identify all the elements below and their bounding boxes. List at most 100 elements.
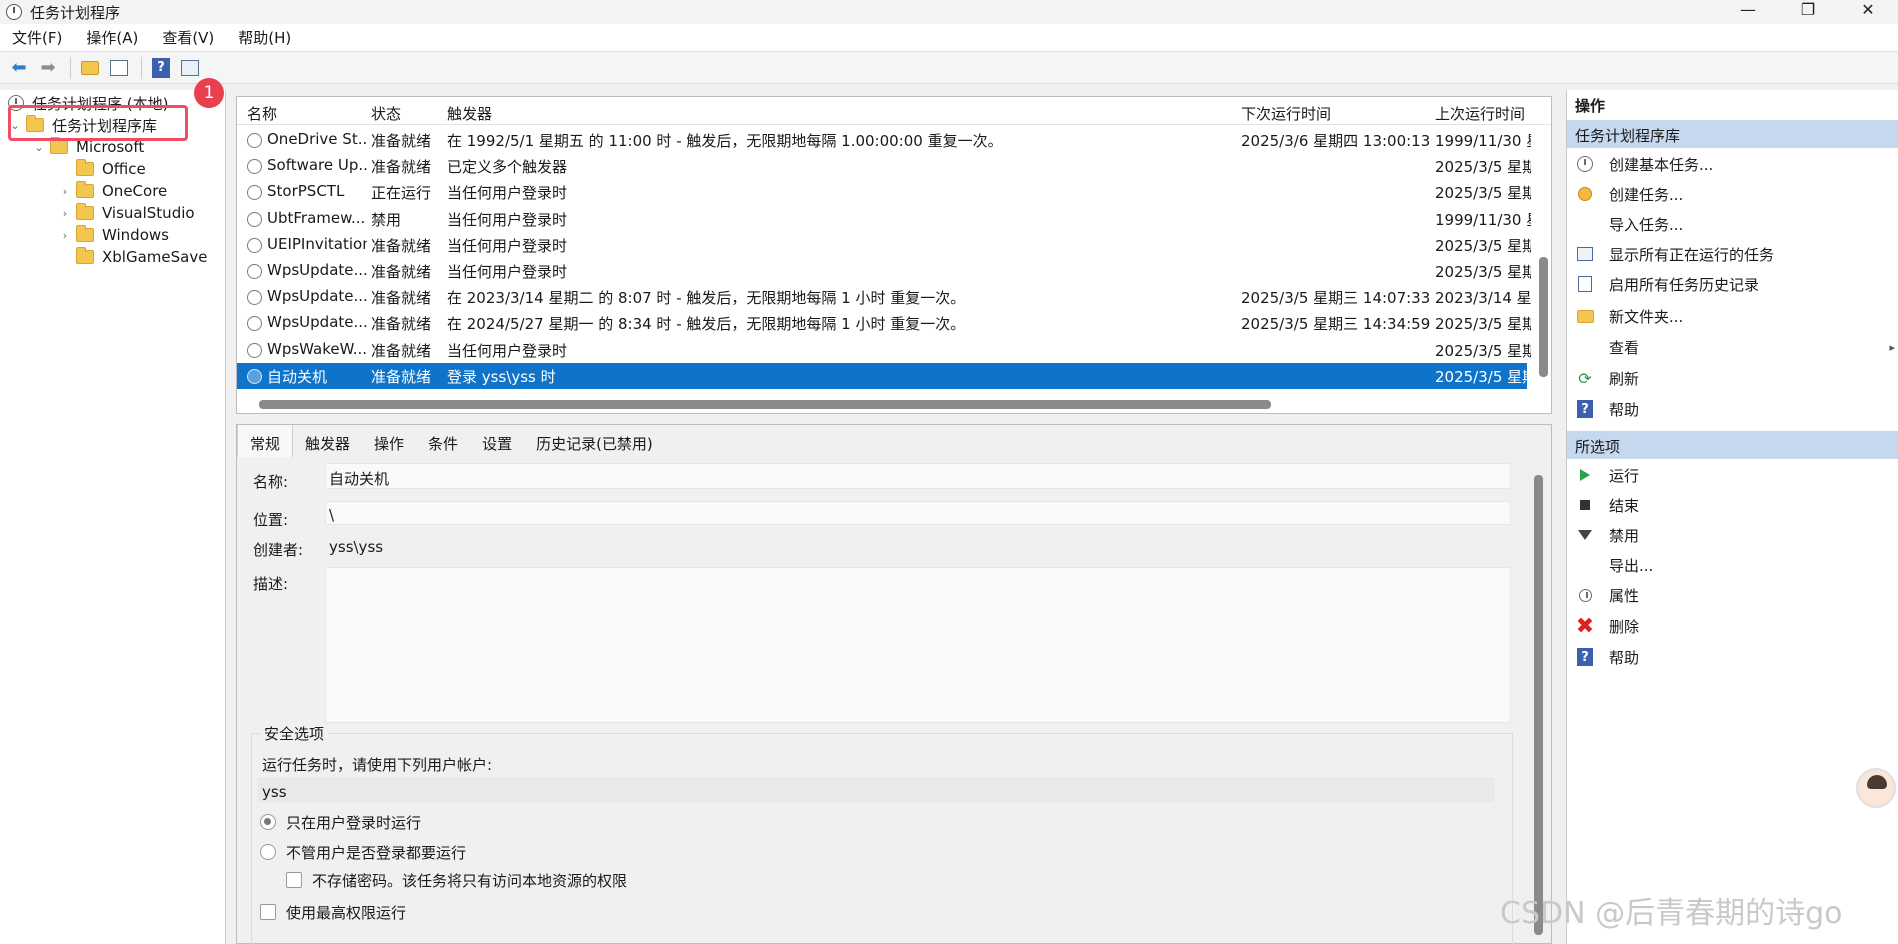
tree-node-windows[interactable]: › Windows bbox=[58, 224, 169, 246]
running-tasks-icon bbox=[1575, 244, 1595, 264]
detail-vertical-scrollbar[interactable] bbox=[1534, 475, 1543, 935]
create-task-icon bbox=[1575, 184, 1595, 204]
column-header-trigger[interactable]: 触发器 bbox=[447, 103, 492, 124]
maximize-button[interactable]: ❐ bbox=[1778, 0, 1838, 24]
tab-conditions[interactable]: 条件 bbox=[416, 425, 470, 457]
radio-logged-on-only[interactable] bbox=[260, 814, 276, 830]
action-import-task-label: 导入任务... bbox=[1609, 215, 1684, 234]
action-refresh[interactable]: ⟳ 刷新 bbox=[1567, 364, 1898, 392]
table-row[interactable]: 自动关机 准备就绪 登录 yss\yss 时 2025/3/5 星期 bbox=[237, 362, 1531, 389]
action-disable[interactable]: 禁用 bbox=[1567, 521, 1898, 549]
forward-arrow-icon[interactable]: ➡ bbox=[35, 55, 61, 81]
tab-history[interactable]: 历史记录(已禁用) bbox=[524, 425, 665, 457]
task-detail-panel: 常规 触发器 操作 条件 设置 历史记录(已禁用) 名称: 自动关机 位置: \… bbox=[236, 424, 1552, 944]
table-row[interactable]: OneDrive St... 准备就绪在 1992/5/1 星期五 的 11:00… bbox=[237, 127, 1531, 153]
action-export-label: 导出... bbox=[1609, 556, 1654, 575]
step-badge-1: 1 bbox=[194, 78, 224, 108]
tab-general[interactable]: 常规 bbox=[237, 425, 294, 457]
description-label: 描述: bbox=[253, 575, 289, 593]
menu-view[interactable]: 查看(V) bbox=[150, 27, 226, 48]
task-name-cell: WpsUpdate... bbox=[267, 313, 367, 332]
radio-run-whether-logged[interactable] bbox=[260, 844, 276, 860]
task-clock-icon bbox=[247, 368, 262, 384]
action-pane-icon[interactable] bbox=[177, 55, 203, 81]
checkbox-highest-privileges[interactable] bbox=[260, 904, 276, 920]
vertical-scrollbar[interactable] bbox=[1539, 257, 1548, 377]
tree-node-xblgamesave[interactable]: XblGameSave bbox=[58, 246, 207, 268]
chevron-right-icon[interactable]: › bbox=[58, 207, 72, 220]
tree-node-office[interactable]: Office bbox=[58, 158, 146, 180]
folder-up-icon[interactable] bbox=[77, 55, 103, 81]
table-row[interactable]: WpsWakeW... 准备就绪 当任何用户登录时 2025/3/5 星期 bbox=[237, 337, 1531, 363]
properties-clock-icon bbox=[1575, 585, 1595, 605]
name-field[interactable]: 自动关机 bbox=[325, 463, 1511, 489]
back-arrow-icon[interactable]: ⬅ bbox=[6, 55, 32, 81]
action-new-folder-label: 新文件夹... bbox=[1609, 307, 1684, 326]
table-row[interactable]: WpsUpdate... 准备就绪在 2023/3/14 星期二 的 8:07 时… bbox=[237, 284, 1531, 310]
action-enable-history[interactable]: 启用所有任务历史记录 bbox=[1567, 270, 1898, 298]
task-status-cell: 准备就绪 bbox=[371, 315, 432, 334]
delete-x-icon: ✖ bbox=[1575, 613, 1595, 639]
table-row[interactable]: Software Up... 准备就绪 已定义多个触发器 2025/3/5 星期 bbox=[237, 153, 1531, 179]
console-tree-icon[interactable] bbox=[106, 55, 132, 81]
action-end-label: 结束 bbox=[1609, 496, 1640, 515]
task-trigger-cell: 当任何用户登录时 bbox=[447, 263, 568, 281]
menu-action[interactable]: 操作(A) bbox=[74, 27, 150, 48]
horizontal-scrollbar[interactable] bbox=[259, 400, 1271, 409]
action-import-task[interactable]: 导入任务... bbox=[1567, 210, 1898, 238]
action-help-selected[interactable]: ? 帮助 bbox=[1567, 643, 1898, 671]
actions-section-selected[interactable]: 所选项 bbox=[1567, 431, 1898, 459]
action-delete[interactable]: ✖ 删除 bbox=[1567, 612, 1898, 640]
action-new-folder[interactable]: 新文件夹... bbox=[1567, 302, 1898, 330]
tab-triggers[interactable]: 触发器 bbox=[293, 425, 362, 457]
history-icon bbox=[1575, 274, 1595, 294]
window-controls: — ❐ ✕ bbox=[1718, 0, 1898, 24]
help-icon: ? bbox=[1575, 647, 1595, 667]
checkbox-do-not-store-password[interactable] bbox=[286, 872, 302, 888]
help-icon[interactable]: ? bbox=[148, 55, 174, 81]
action-view[interactable]: 查看 ▸ bbox=[1567, 333, 1898, 361]
disable-down-arrow-icon bbox=[1575, 525, 1595, 545]
action-properties[interactable]: 属性 bbox=[1567, 581, 1898, 609]
folder-icon bbox=[76, 203, 94, 220]
action-create-basic-task[interactable]: 创建基本任务... bbox=[1567, 150, 1898, 178]
column-header-next-run[interactable]: 下次运行时间 bbox=[1241, 103, 1331, 124]
action-create-task[interactable]: 创建任务... bbox=[1567, 180, 1898, 208]
action-help[interactable]: ? 帮助 bbox=[1567, 395, 1898, 423]
task-clock-icon bbox=[247, 342, 262, 358]
table-row[interactable]: WpsUpdate... 准备就绪在 2024/5/27 星期一 的 8:34 时… bbox=[237, 310, 1531, 336]
column-header-last-run[interactable]: 上次运行时间 bbox=[1435, 103, 1525, 124]
tree-node-onecore[interactable]: › OneCore bbox=[58, 180, 167, 202]
action-export[interactable]: 导出... bbox=[1567, 551, 1898, 579]
description-field[interactable] bbox=[325, 567, 1511, 723]
table-row[interactable]: UEIPInvitation 准备就绪 当任何用户登录时 2025/3/5 星期 bbox=[237, 232, 1531, 258]
task-trigger-cell: 当任何用户登录时 bbox=[447, 184, 568, 203]
submenu-arrow-icon: ▸ bbox=[1889, 340, 1895, 354]
task-status-cell: 准备就绪 bbox=[371, 236, 432, 255]
table-row[interactable]: UbtFramew... 禁用 当任何用户登录时 1999/11/30 星 bbox=[237, 206, 1531, 232]
floating-avatar-button[interactable] bbox=[1856, 768, 1896, 808]
close-button[interactable]: ✕ bbox=[1838, 0, 1898, 24]
table-row[interactable]: StorPSCTL 正在运行 当任何用户登录时 2025/3/5 星期 bbox=[237, 179, 1531, 205]
column-header-status[interactable]: 状态 bbox=[371, 103, 401, 124]
menu-help[interactable]: 帮助(H) bbox=[226, 27, 303, 48]
action-end[interactable]: 结束 bbox=[1567, 491, 1898, 519]
tree-node-visualstudio[interactable]: › VisualStudio bbox=[58, 202, 195, 224]
tab-settings[interactable]: 设置 bbox=[470, 425, 524, 457]
column-header-name[interactable]: 名称 bbox=[247, 103, 277, 124]
folder-icon bbox=[76, 181, 94, 198]
chevron-right-icon[interactable]: › bbox=[58, 229, 72, 242]
radio-logged-on-only-label: 只在用户登录时运行 bbox=[286, 814, 422, 832]
action-run[interactable]: 运行 bbox=[1567, 461, 1898, 489]
security-options-group: 安全选项 运行任务时，请使用下列用户帐户: yss 只在用户登录时运行 不管用户… bbox=[251, 723, 1513, 944]
task-clock-icon bbox=[247, 316, 262, 332]
minimize-button[interactable]: — bbox=[1718, 0, 1778, 24]
menu-file[interactable]: 文件(F) bbox=[0, 27, 74, 48]
action-display-running-tasks[interactable]: 显示所有正在运行的任务 bbox=[1567, 240, 1898, 268]
actions-section-library[interactable]: 任务计划程序库 bbox=[1567, 120, 1898, 148]
action-help-label: 帮助 bbox=[1609, 400, 1640, 419]
table-row[interactable]: WpsUpdate... 准备就绪 当任何用户登录时 2025/3/5 星期 bbox=[237, 258, 1531, 284]
tab-actions[interactable]: 操作 bbox=[362, 425, 416, 457]
chevron-right-icon[interactable]: › bbox=[58, 185, 72, 198]
chevron-down-icon[interactable]: ⌄ bbox=[32, 141, 46, 154]
